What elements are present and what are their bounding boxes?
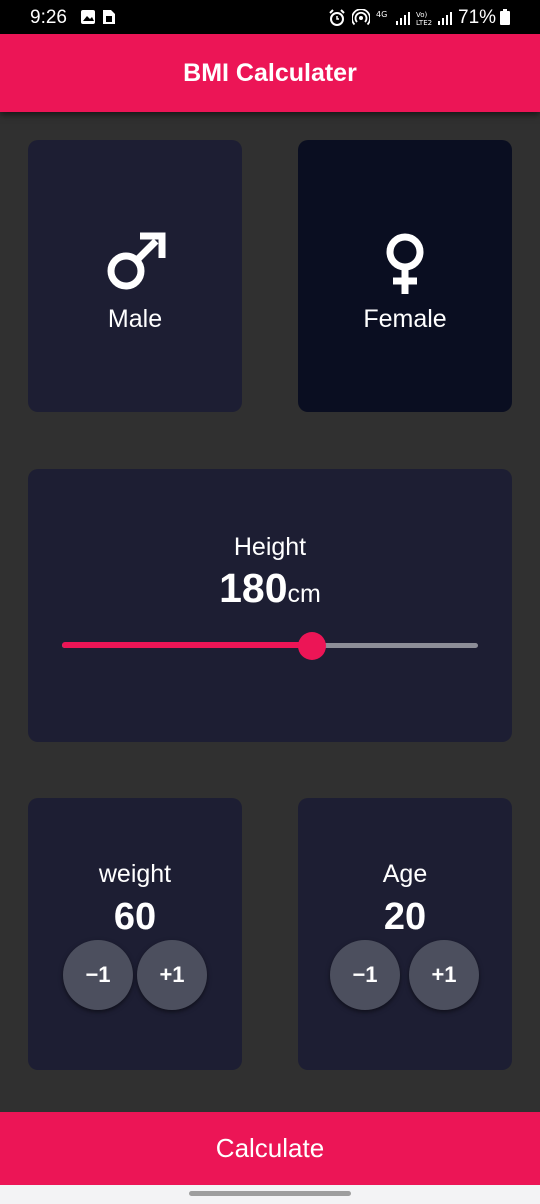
age-value: 20 — [383, 896, 427, 938]
male-label: Male — [107, 305, 163, 333]
male-symbol-icon — [107, 232, 166, 290]
male-card[interactable]: Male — [28, 140, 242, 412]
hotspot-icon — [352, 9, 370, 26]
age-label: Age — [382, 860, 428, 888]
gallery-notification-icon — [81, 10, 95, 24]
weight-decrement-button[interactable]: −1 — [63, 940, 133, 1010]
svg-text:Vo): Vo) — [416, 11, 428, 19]
battery-icon — [500, 9, 510, 25]
height-slider[interactable] — [62, 631, 478, 661]
height-card: Height 180cm — [28, 469, 512, 742]
age-increment-button[interactable]: +1 — [409, 940, 479, 1010]
gesture-nav-bar — [0, 1185, 540, 1204]
calculate-button[interactable]: Calculate — [0, 1112, 540, 1185]
weight-label: weight — [98, 860, 172, 888]
sim-card-icon — [103, 10, 115, 24]
battery-percent: 71% — [458, 7, 497, 28]
height-value-row: 180cm — [28, 565, 512, 612]
weight-card: weight 60 −1 +1 — [28, 798, 242, 1070]
app-title: BMI Calculater — [183, 58, 357, 87]
female-symbol-icon — [386, 233, 424, 294]
alarm-icon — [329, 9, 345, 26]
home-gesture-handle[interactable] — [189, 1191, 351, 1196]
slider-thumb[interactable] — [297, 632, 326, 660]
age-decrement-button[interactable]: −1 — [330, 940, 400, 1010]
svg-text:LTE2: LTE2 — [416, 19, 432, 27]
slider-active-track — [62, 642, 312, 648]
signal-4g-icon: 4G — [376, 10, 410, 25]
female-label: Female — [363, 305, 447, 333]
weight-increment-button[interactable]: +1 — [137, 940, 207, 1010]
svg-text:4G: 4G — [376, 10, 387, 19]
age-card: Age 20 −1 +1 — [298, 798, 512, 1070]
status-bar: 9:26 4G Vo) LTE2 71% — [0, 0, 540, 34]
female-card[interactable]: Female — [298, 140, 512, 412]
status-time: 9:26 — [30, 7, 67, 28]
weight-value: 60 — [113, 896, 157, 938]
height-value: 180 — [219, 565, 288, 611]
app-bar: BMI Calculater — [0, 34, 540, 112]
height-label: Height — [233, 533, 307, 561]
height-unit: cm — [287, 580, 321, 608]
signal-volte-icon: Vo) LTE2 — [416, 11, 452, 27]
